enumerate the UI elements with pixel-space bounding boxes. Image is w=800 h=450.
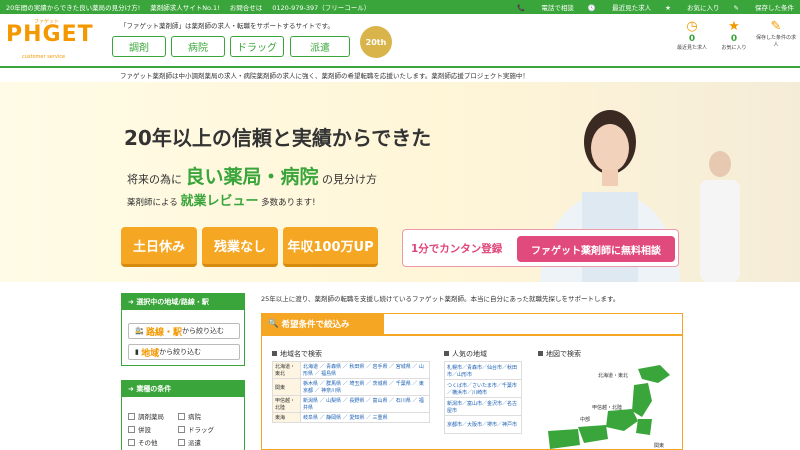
industry-filter-title: ➜ 業種の条件 bbox=[122, 381, 244, 397]
hero-subline: 将来の為に 良い薬局・病院 の見分け方 bbox=[127, 166, 378, 188]
header-divider bbox=[0, 66, 800, 68]
region-links[interactable]: 新潟県 ／ 山梨県 ／ 長野県 ／ 富山県 ／ 石川県 ／ 福井県 bbox=[300, 395, 430, 413]
region-table: 北海道・東北 北海道 ／ 青森県 ／ 秋田県 ／ 岩手県 ／ 宮城県 ／ 山形県 … bbox=[272, 361, 430, 423]
search-panel-title: 🔍 希望条件で絞込み bbox=[262, 314, 384, 334]
area-filter-title: ➜ 選択中の地域/路線・駅 bbox=[122, 294, 244, 310]
site-label: 薬剤師求人サイトNo.1! bbox=[150, 4, 220, 12]
phone-number[interactable]: 0120-979-397（フリーコール） bbox=[272, 2, 370, 12]
region-links[interactable]: 栃木県 ／ 群馬県 ／ 埼玉県 ／ 茨城県 ／ 千葉県 ／ 東京都 ／ 神奈川県 bbox=[300, 378, 430, 396]
registration-cta[interactable]: 1分でカンタン登録 ファゲット薬剤師に無料相談 bbox=[402, 229, 679, 267]
industry-other[interactable]: その他 bbox=[128, 437, 158, 447]
table-row: 関東 栃木県 ／ 群馬県 ／ 埼玉県 ／ 茨城県 ／ 千葉県 ／ 東京都 ／ 神奈… bbox=[272, 378, 430, 396]
popular-links[interactable]: つくば市／さいたま市／千葉市／横浜市／川崎市 bbox=[444, 379, 522, 398]
clock-icon: ◷ bbox=[686, 19, 698, 34]
checkbox[interactable] bbox=[178, 412, 185, 420]
table-row: 北海道・東北 北海道 ／ 青森県 ／ 秋田県 ／ 岩手県 ／ 宮城県 ／ 山形県 … bbox=[272, 361, 430, 379]
nav-dispensing[interactable]: 調剤 bbox=[112, 36, 166, 57]
map-region-hokkaido[interactable] bbox=[638, 365, 670, 383]
industry-filter-box: ➜ 業種の条件 調剤薬局 病院 併設 ドラッグ その他 派遣 bbox=[121, 380, 245, 450]
anniversary-badge: 20th bbox=[360, 26, 392, 58]
table-row: 甲信越・北陸 新潟県 ／ 山梨県 ／ 長野県 ／ 富山県 ／ 石川県 ／ 福井県 bbox=[272, 395, 430, 413]
favorites-link[interactable]: ★ お気に入り bbox=[665, 2, 719, 12]
search-icon: 🔍 bbox=[268, 319, 282, 329]
map-region-chubu[interactable] bbox=[606, 409, 638, 431]
search-panel-divider bbox=[262, 334, 682, 336]
table-row: 新潟市／富山市／金沢市／名古屋市 bbox=[444, 397, 522, 416]
train-icon: 🚉 bbox=[135, 327, 146, 335]
logo-subtitle: customer service bbox=[22, 54, 66, 60]
cta-text: 1分でカンタン登録 bbox=[411, 243, 503, 255]
checkbox[interactable] bbox=[128, 438, 135, 446]
edit-icon: ✎ bbox=[770, 19, 782, 34]
saved-counter[interactable]: ✎ 保存した条件の求人 bbox=[756, 19, 796, 49]
checkbox[interactable] bbox=[178, 438, 185, 446]
nav-drugstore[interactable]: ドラッグ bbox=[230, 36, 284, 57]
logo[interactable]: PHGET bbox=[6, 22, 94, 47]
doctor-photo bbox=[700, 151, 740, 282]
hero-headline: 20年以上の信頼と実績からできた bbox=[124, 126, 432, 150]
table-row: 東海 岐阜県 ／ 静岡県 ／ 愛知県 ／ 三重県 bbox=[272, 412, 430, 423]
feature-no-overtime[interactable]: 残業なし bbox=[202, 227, 278, 267]
map-search-title: 地図で検索 bbox=[538, 349, 581, 359]
map-region-kinki[interactable] bbox=[578, 425, 608, 443]
map-region-kanto[interactable] bbox=[636, 419, 652, 435]
industry-dispatch[interactable]: 派遣 bbox=[178, 437, 201, 447]
region-links[interactable]: 岐阜県 ／ 静岡県 ／ 愛知県 ／ 三重県 bbox=[300, 412, 430, 423]
feature-salary-up[interactable]: 年収100万UP bbox=[283, 227, 378, 267]
checkbox[interactable] bbox=[128, 425, 135, 433]
map-label-chubu: 中部 bbox=[580, 416, 590, 423]
nav-dispatch[interactable]: 派遣 bbox=[290, 36, 350, 57]
table-row: 札幌市／青森市／仙台市／秋田市／山形市 bbox=[444, 361, 522, 380]
industry-combined[interactable]: 併設 bbox=[128, 424, 151, 434]
hero-banner: 20年以上の信頼と実績からできた 将来の為に 良い薬局・病院 の見分け方 薬剤師… bbox=[0, 82, 800, 282]
checkbox[interactable] bbox=[178, 425, 185, 433]
industry-hospital[interactable]: 病院 bbox=[178, 411, 201, 421]
header: ファゲット PHGET customer service 「ファゲット薬剤師」は… bbox=[0, 14, 800, 66]
map-label-tohoku: 北海道・東北 bbox=[598, 372, 628, 379]
region-search-title: 地域名で検索 bbox=[272, 349, 322, 359]
saved-conditions-link[interactable]: ✎ 保存した条件 bbox=[733, 2, 794, 12]
checkbox[interactable] bbox=[128, 412, 135, 420]
map-label-kanto: 関東 bbox=[654, 442, 664, 449]
japan-map[interactable]: 北海道・東北 甲信越・北陸 中部 関東 bbox=[538, 361, 678, 450]
intro-text: 25年以上に渡り、薬剤師の転職を支援し続けているファゲット薬剤師。本当に自分にあ… bbox=[261, 295, 620, 303]
hero-review-line: 薬剤師による 就業レビュー 多数あります! bbox=[127, 194, 316, 209]
phone-consult-link[interactable]: 📞 電話で相談 bbox=[517, 2, 574, 12]
popular-links[interactable]: 京都市／大阪市／堺市／神戸市 bbox=[444, 415, 522, 434]
top-bar: 20年間の実績からできた良い薬局の見分け方! 薬剤師求人サイトNo.1! お問合… bbox=[0, 0, 800, 14]
popular-area-table: 札幌市／青森市／仙台市／秋田市／山形市 つくば市／さいたま市／千葉市／横浜市／川… bbox=[444, 361, 522, 434]
tagline: 「ファゲット薬剤師」は薬剤師の求人・転職をサポートするサイトです。 bbox=[120, 22, 334, 30]
star-icon: ★ bbox=[728, 19, 740, 34]
feature-weekends-off[interactable]: 土日休み bbox=[121, 227, 197, 267]
popular-links[interactable]: 札幌市／青森市／仙台市／秋田市／山形市 bbox=[444, 361, 522, 380]
industry-dispensing[interactable]: 調剤薬局 bbox=[128, 411, 164, 421]
popular-links[interactable]: 新潟市／富山市／金沢市／名古屋市 bbox=[444, 397, 522, 416]
area-filter-button[interactable]: ▮ 地域 から絞り込む bbox=[128, 344, 240, 360]
table-row: 京都市／大阪市／堺市／神戸市 bbox=[444, 415, 522, 434]
top-message: 20年間の実績からできた良い薬局の見分け方! bbox=[6, 4, 141, 12]
region-links[interactable]: 北海道 ／ 青森県 ／ 秋田県 ／ 岩手県 ／ 宮城県 ／ 山形県 ／ 福島県 bbox=[300, 361, 430, 379]
map-label-hokuriku: 甲信越・北陸 bbox=[592, 404, 622, 411]
route-filter-button[interactable]: 🚉 路線・駅 から絞り込む bbox=[128, 323, 240, 339]
recent-counter[interactable]: ◷ 0 最近見た求人 bbox=[672, 19, 712, 52]
industry-drugstore[interactable]: ドラッグ bbox=[178, 424, 214, 434]
popular-area-title: 人気の地域 bbox=[444, 349, 487, 359]
site-description: ファゲット薬剤師は中小調剤薬局の求人・病院薬剤師の求人に強く、薬剤師の希望転職を… bbox=[120, 72, 529, 80]
inquiry-label: お問合せは bbox=[229, 4, 263, 12]
recent-jobs-link[interactable]: 🕓 最近見た求人 bbox=[588, 2, 651, 12]
favorite-counter[interactable]: ★ 0 お気に入り bbox=[714, 19, 754, 52]
free-consult-button[interactable]: ファゲット薬剤師に無料相談 bbox=[517, 236, 675, 262]
map-region-tohoku[interactable] bbox=[632, 383, 652, 417]
table-row: つくば市／さいたま市／千葉市／横浜市／川崎市 bbox=[444, 379, 522, 398]
map-region-west[interactable] bbox=[548, 429, 580, 449]
nav-hospital[interactable]: 病院 bbox=[171, 36, 225, 57]
area-filter-box: ➜ 選択中の地域/路線・駅 🚉 路線・駅 から絞り込む ▮ 地域 から絞り込む bbox=[121, 293, 245, 366]
